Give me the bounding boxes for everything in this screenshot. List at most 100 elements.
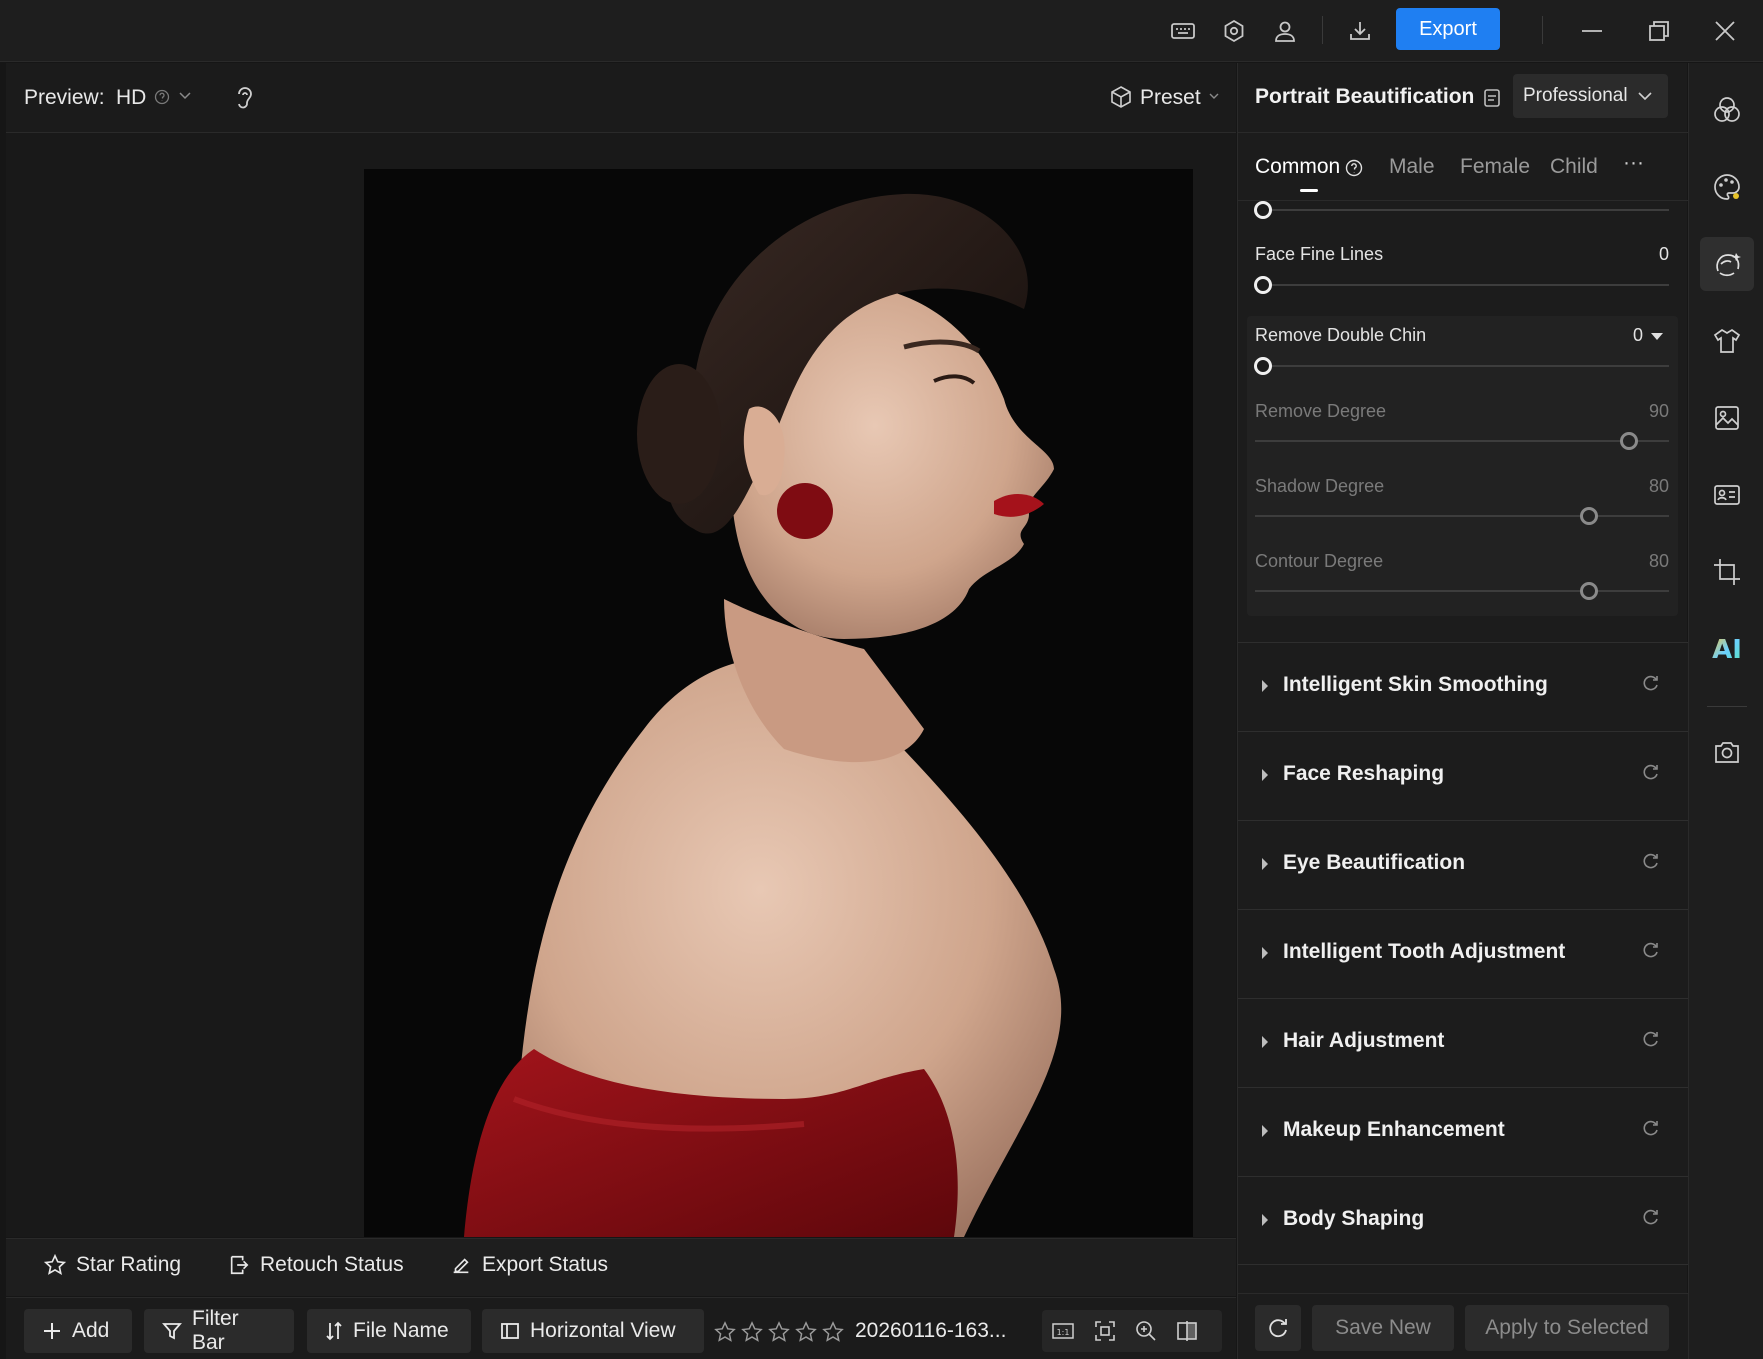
remove-double-chin-track[interactable] (1255, 365, 1669, 367)
remove-degree-track[interactable] (1255, 440, 1669, 442)
section-hair-adjustment[interactable]: Hair Adjustment (1238, 998, 1688, 1087)
section-makeup-enhancement[interactable]: Makeup Enhancement (1238, 1087, 1688, 1176)
section-eye-beautification[interactable]: Eye Beautification (1238, 820, 1688, 909)
settings-icon[interactable] (1217, 14, 1251, 48)
reset-icon[interactable] (1642, 852, 1660, 870)
export-status-filter[interactable]: Export Status (450, 1253, 608, 1277)
apply-to-selected-button[interactable]: Apply to Selected (1465, 1305, 1669, 1351)
star-icon[interactable] (822, 1321, 844, 1343)
section-face-reshaping[interactable]: Face Reshaping (1238, 731, 1688, 820)
section-label: Body Shaping (1283, 1207, 1425, 1230)
ear-compare-icon[interactable] (232, 83, 258, 113)
crop-icon[interactable] (1700, 545, 1754, 599)
horizontal-view-label: Horizontal View (530, 1319, 676, 1342)
help-icon[interactable] (1345, 159, 1363, 177)
remove-degree-value[interactable]: 90 (1649, 401, 1669, 422)
download-icon[interactable] (1343, 14, 1377, 48)
remove-double-chin-value[interactable]: 0 (1633, 325, 1643, 346)
preview-header: Preview: HD Preset (6, 63, 1236, 133)
sort-file-name-button[interactable]: File Name (307, 1309, 471, 1353)
face-retouch-icon[interactable] (1700, 237, 1754, 291)
star-icon[interactable] (714, 1321, 736, 1343)
face-fine-lines-value[interactable]: 0 (1659, 244, 1669, 265)
edit-icon (450, 1254, 472, 1276)
layout-icon (500, 1321, 520, 1341)
contour-degree-track[interactable] (1255, 590, 1669, 592)
star-icon[interactable] (741, 1321, 763, 1343)
tab-male[interactable]: Male (1389, 155, 1435, 179)
panel-title: Portrait Beautification (1255, 85, 1475, 108)
save-new-button[interactable]: Save New (1312, 1305, 1454, 1351)
help-icon[interactable] (154, 89, 170, 105)
remove-degree-knob[interactable] (1620, 432, 1638, 450)
star-rating-filter[interactable]: Star Rating (44, 1253, 181, 1277)
remove-double-chin-label: Remove Double Chin (1255, 325, 1427, 345)
star-icon[interactable] (795, 1321, 817, 1343)
reset-icon[interactable] (1642, 1030, 1660, 1048)
section-body-shaping[interactable]: Body Shaping (1238, 1176, 1688, 1265)
camera-icon[interactable] (1700, 725, 1754, 779)
chevron-down-icon[interactable] (178, 91, 192, 101)
tab-common[interactable]: Common (1255, 155, 1340, 179)
reset-icon[interactable] (1642, 674, 1660, 692)
chevron-down-icon[interactable] (1208, 91, 1220, 101)
section-skin-smoothing[interactable]: Intelligent Skin Smoothing (1238, 642, 1688, 731)
tab-female[interactable]: Female (1460, 155, 1530, 179)
compare-icon[interactable] (1176, 1320, 1198, 1342)
fit-screen-icon[interactable] (1094, 1320, 1116, 1342)
shadow-degree-value[interactable]: 80 (1649, 476, 1669, 497)
reset-icon[interactable] (1642, 763, 1660, 781)
mode-value: Professional (1523, 85, 1628, 106)
bottom-toolbar: Add Filter Bar File Name Horizontal View… (6, 1297, 1236, 1359)
ai-icon[interactable]: AI (1700, 622, 1754, 676)
contour-degree-knob[interactable] (1580, 582, 1598, 600)
current-file-name: 20260116-163... (855, 1319, 1007, 1342)
reset-icon[interactable] (1642, 1208, 1660, 1226)
remove-double-chin-knob[interactable] (1254, 357, 1272, 375)
shadow-degree-track[interactable] (1255, 515, 1669, 517)
export-button[interactable]: Export (1396, 8, 1500, 50)
retouch-status-icon (228, 1254, 250, 1276)
preset-button[interactable]: Preset (1140, 86, 1201, 110)
document-icon[interactable] (1483, 88, 1501, 108)
horizontal-view-button[interactable]: Horizontal View (482, 1309, 704, 1353)
zoom-in-icon[interactable] (1135, 1320, 1157, 1342)
clothing-icon[interactable] (1700, 314, 1754, 368)
panel-footer: Save New Apply to Selected (1238, 1293, 1688, 1359)
user-icon[interactable] (1268, 14, 1302, 48)
preview-quality-select[interactable]: HD (116, 86, 146, 110)
contour-degree-value[interactable]: 80 (1649, 551, 1669, 572)
reset-icon[interactable] (1642, 1119, 1660, 1137)
more-menu-button[interactable]: ··· (1623, 151, 1644, 175)
rating-stars[interactable] (714, 1321, 844, 1343)
face-fine-lines-track[interactable] (1255, 284, 1669, 286)
add-button[interactable]: Add (24, 1309, 132, 1353)
minimize-icon[interactable] (1575, 14, 1609, 48)
portrait-photo[interactable] (364, 169, 1193, 1237)
palette-icon[interactable] (1700, 160, 1754, 214)
preset-cube-icon (1110, 85, 1132, 109)
actual-size-icon[interactable]: 1:1 (1052, 1320, 1074, 1342)
retouch-status-filter[interactable]: Retouch Status (228, 1253, 404, 1277)
reset-all-button[interactable] (1255, 1305, 1301, 1351)
plus-icon (42, 1321, 62, 1341)
filter-bar-button[interactable]: Filter Bar (144, 1307, 294, 1354)
image-icon[interactable] (1700, 391, 1754, 445)
keyboard-icon[interactable] (1166, 14, 1200, 48)
id-card-icon[interactable] (1700, 468, 1754, 522)
restore-icon[interactable] (1642, 14, 1676, 48)
close-icon[interactable] (1708, 14, 1742, 48)
face-fine-lines-knob[interactable] (1254, 276, 1272, 294)
expand-caret-icon (1262, 1214, 1268, 1226)
section-tooth-adjustment[interactable]: Intelligent Tooth Adjustment (1238, 909, 1688, 998)
shadow-degree-knob[interactable] (1580, 507, 1598, 525)
mode-select[interactable]: Professional (1513, 74, 1668, 118)
reset-icon[interactable] (1642, 941, 1660, 959)
status-row: Star Rating Retouch Status Export Status (6, 1238, 1236, 1296)
collapse-caret-icon[interactable] (1651, 333, 1663, 340)
slider-knob[interactable] (1254, 201, 1272, 219)
color-circles-icon[interactable] (1700, 83, 1754, 137)
tab-child[interactable]: Child (1550, 155, 1598, 179)
slider-track[interactable] (1255, 209, 1669, 211)
star-icon[interactable] (768, 1321, 790, 1343)
